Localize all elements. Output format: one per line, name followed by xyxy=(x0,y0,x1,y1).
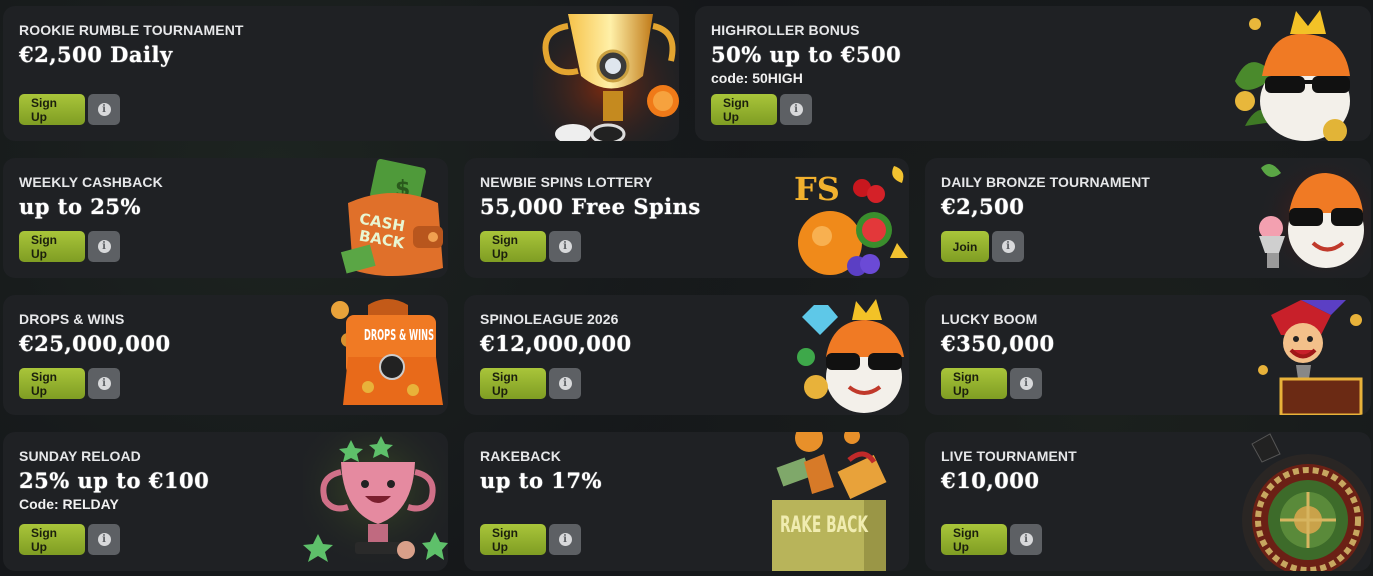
fruits-free-spins-icon: FS xyxy=(794,166,908,276)
info-button[interactable]: i xyxy=(549,524,581,555)
sign-up-button[interactable]: Sign Up xyxy=(480,368,546,399)
promo-title: DAILY BRONZE TOURNAMENT xyxy=(941,174,1150,190)
info-button[interactable]: i xyxy=(88,524,120,555)
promo-title: LUCKY BOOM xyxy=(941,311,1038,327)
promo-code: Code: RELDAY xyxy=(19,496,119,512)
info-icon: i xyxy=(1001,240,1015,253)
sign-up-button[interactable]: Sign Up xyxy=(19,524,85,555)
promo-amount: €10,000 xyxy=(941,468,1040,493)
sign-up-button[interactable]: Sign Up xyxy=(941,368,1007,399)
promo-amount: 50% up to €500 xyxy=(711,42,902,67)
sign-up-button[interactable]: Sign Up xyxy=(19,368,85,399)
promo-amount: €2,500 Daily xyxy=(19,42,173,67)
sign-up-button[interactable]: Sign Up xyxy=(19,231,85,262)
sign-up-button[interactable]: Sign Up xyxy=(480,524,546,555)
info-button[interactable]: i xyxy=(992,231,1024,262)
join-button[interactable]: Join xyxy=(941,231,989,262)
info-button[interactable]: i xyxy=(1010,368,1042,399)
promo-card-rakeback: RAKEBACK up to 17% Sign Up i RAKE BACK xyxy=(464,432,909,571)
promo-title: RAKEBACK xyxy=(480,448,561,464)
promo-amount: €2,500 xyxy=(941,194,1025,219)
promo-card-spinoleague-2026: SPINOLEAGUE 2026 €12,000,000 Sign Up i xyxy=(464,295,909,415)
promo-card-drops-and-wins: DROPS & WINS €25,000,000 Sign Up i DROPS… xyxy=(3,295,448,415)
jester-box-icon xyxy=(1258,300,1363,415)
info-button[interactable]: i xyxy=(549,368,581,399)
promo-card-daily-bronze-tournament: DAILY BRONZE TOURNAMENT €2,500 Join i xyxy=(925,158,1371,278)
info-button[interactable]: i xyxy=(549,231,581,262)
sign-up-button[interactable]: Sign Up xyxy=(480,231,546,262)
promo-amount: €25,000,000 xyxy=(19,331,171,356)
promo-title: HIGHROLLER BONUS xyxy=(711,22,860,38)
info-icon: i xyxy=(97,103,111,116)
golden-trophy-icon xyxy=(533,6,679,141)
roulette-wheel-icon xyxy=(1242,433,1371,571)
info-button[interactable]: i xyxy=(88,94,120,125)
svg-text:RAKE BACK: RAKE BACK xyxy=(780,513,869,538)
svg-text:FS: FS xyxy=(794,170,840,208)
sign-up-button[interactable]: Sign Up xyxy=(941,524,1007,555)
rakeback-gift-icon: RAKE BACK xyxy=(772,432,887,571)
promo-card-lucky-boom: LUCKY BOOM €350,000 Sign Up i xyxy=(925,295,1371,415)
sign-up-button[interactable]: Sign Up xyxy=(19,94,85,125)
info-icon: i xyxy=(558,240,572,253)
promo-amount: 55,000 Free Spins xyxy=(480,194,701,219)
promo-card-rookie-rumble: ROOKIE RUMBLE TOURNAMENT €2,500 Daily Si… xyxy=(3,6,679,141)
promo-amount: up to 17% xyxy=(480,468,602,493)
info-button[interactable]: i xyxy=(780,94,812,125)
sushi-king-mascot-icon xyxy=(1235,10,1350,141)
promo-amount: 25% up to €100 xyxy=(19,468,210,493)
promo-title: SUNDAY RELOAD xyxy=(19,448,141,464)
cashback-wallet-icon: $ CASH BACK xyxy=(340,158,443,277)
promo-title: SPINOLEAGUE 2026 xyxy=(480,311,619,327)
promo-card-weekly-cashback: WEEKLY CASHBACK up to 25% Sign Up i $ CA… xyxy=(3,158,448,278)
promo-amount: up to 25% xyxy=(19,194,141,219)
info-button[interactable]: i xyxy=(88,368,120,399)
promo-card-sunday-reload: SUNDAY RELOAD 25% up to €100 Code: RELDA… xyxy=(3,432,448,571)
sushi-king-diamond-icon xyxy=(797,299,904,413)
sushi-mascot-trophy-icon xyxy=(1251,158,1371,278)
info-icon: i xyxy=(97,377,111,390)
pink-trophy-icon xyxy=(303,432,448,571)
info-button[interactable]: i xyxy=(1010,524,1042,555)
promo-code: code: 50HIGH xyxy=(711,70,803,86)
promo-amount: €350,000 xyxy=(941,331,1055,356)
promo-title: NEWBIE SPINS LOTTERY xyxy=(480,174,653,190)
svg-text:DROPS & WINS: DROPS & WINS xyxy=(364,326,434,344)
promo-card-newbie-spins-lottery: NEWBIE SPINS LOTTERY 55,000 Free Spins S… xyxy=(464,158,909,278)
info-button[interactable]: i xyxy=(88,231,120,262)
info-icon: i xyxy=(97,533,111,546)
info-icon: i xyxy=(789,103,803,116)
info-icon: i xyxy=(558,533,572,546)
promo-card-live-tournament: LIVE TOURNAMENT €10,000 Sign Up i xyxy=(925,432,1371,571)
promo-title: LIVE TOURNAMENT xyxy=(941,448,1077,464)
info-icon: i xyxy=(97,240,111,253)
promo-title: WEEKLY CASHBACK xyxy=(19,174,163,190)
info-icon: i xyxy=(1019,377,1033,390)
info-icon: i xyxy=(558,377,572,390)
info-icon: i xyxy=(1019,533,1033,546)
promo-amount: €12,000,000 xyxy=(480,331,632,356)
promo-title: ROOKIE RUMBLE TOURNAMENT xyxy=(19,22,244,38)
sign-up-button[interactable]: Sign Up xyxy=(711,94,777,125)
promo-card-highroller-bonus: HIGHROLLER BONUS 50% up to €500 code: 50… xyxy=(695,6,1371,141)
drops-wins-case-icon: DROPS & WINS xyxy=(331,299,443,405)
promo-title: DROPS & WINS xyxy=(19,311,125,327)
